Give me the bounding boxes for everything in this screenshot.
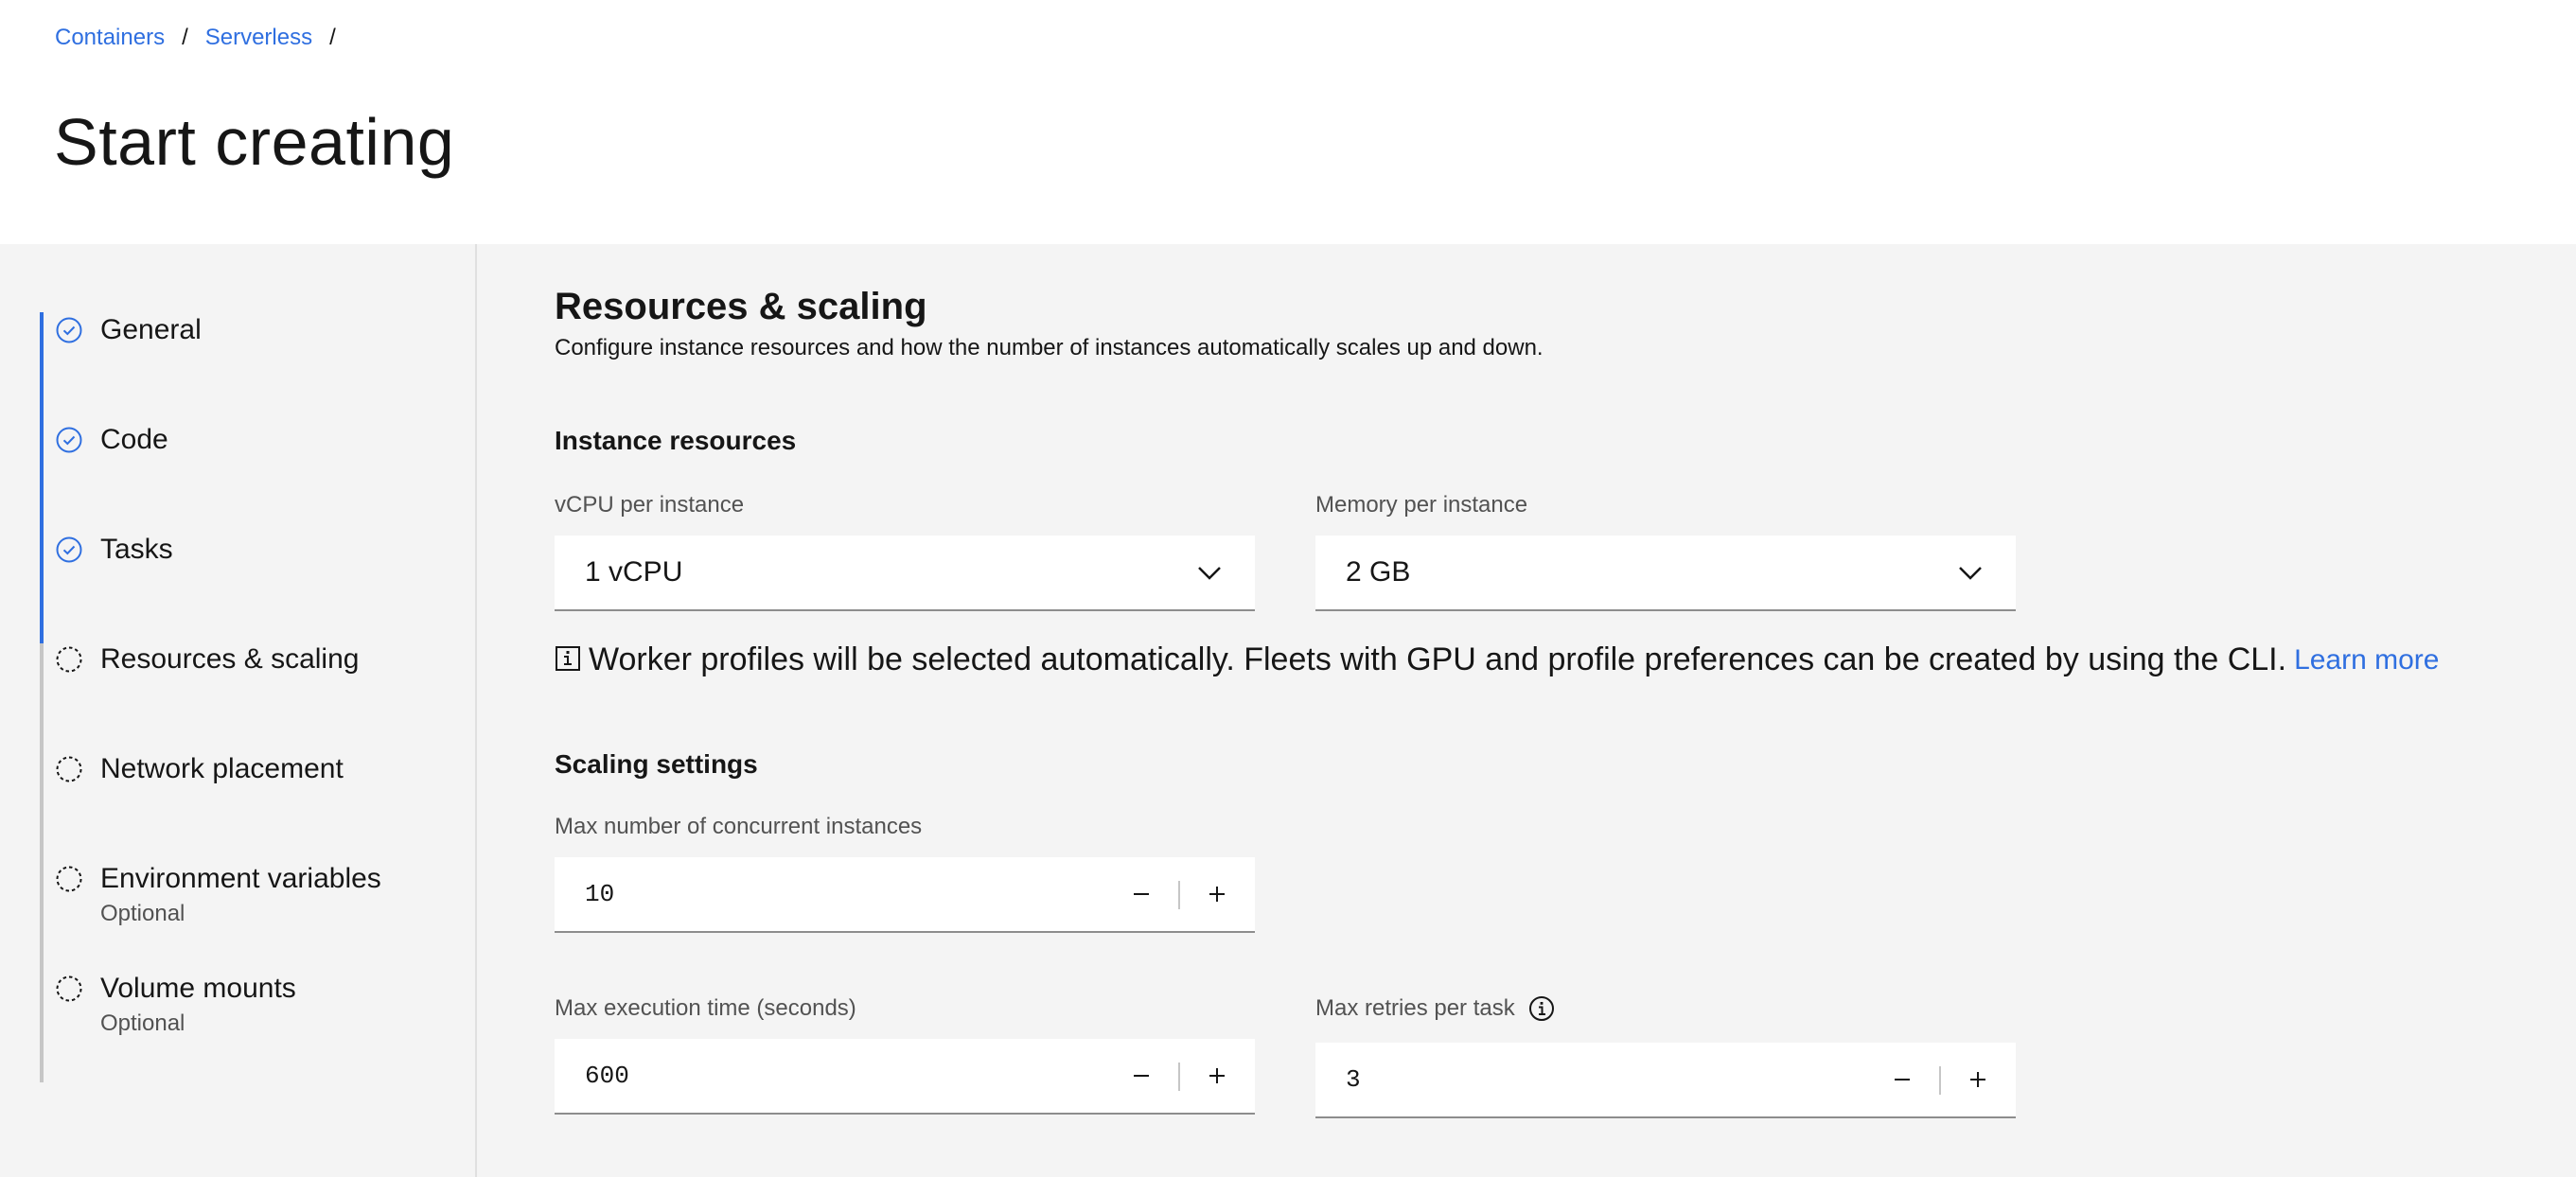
breadcrumb-serverless[interactable]: Serverless xyxy=(205,25,312,51)
main-area: General Code Tasks Resources & scaling N… xyxy=(0,244,2576,1177)
memory-select[interactable]: 2 GB xyxy=(1315,536,2016,611)
page-title: Start creating xyxy=(54,105,455,179)
decrement-button[interactable] xyxy=(1864,1043,1940,1116)
page-header: Containers / Serverless / Start creating xyxy=(0,0,2576,244)
section-description: Configure instance resources and how the… xyxy=(555,335,1544,360)
step-label: Network placement xyxy=(100,753,344,784)
max-instances-input[interactable] xyxy=(555,857,1085,931)
vcpu-select-value: 1 vCPU xyxy=(585,556,683,588)
learn-more-link[interactable]: Learn more xyxy=(2294,644,2439,676)
step-label: General xyxy=(100,314,202,345)
memory-label: Memory per instance xyxy=(1315,492,1528,518)
max-exec-time-label: Max execution time (seconds) xyxy=(555,995,856,1021)
decrement-button[interactable] xyxy=(1103,857,1179,931)
scaling-settings-title: Scaling settings xyxy=(555,749,758,779)
add-icon xyxy=(1209,887,1225,902)
max-retries-label-row: Max retries per task xyxy=(1315,995,1555,1022)
step-resources-scaling[interactable]: Resources & scaling xyxy=(55,643,359,676)
step-label: Code xyxy=(100,424,168,455)
step-optional-label: Optional xyxy=(100,1010,185,1036)
add-icon xyxy=(1970,1072,1985,1087)
increment-button[interactable] xyxy=(1179,857,1255,931)
memory-select-value: 2 GB xyxy=(1346,556,1411,588)
vcpu-label: vCPU per instance xyxy=(555,492,745,518)
circle-dash-icon xyxy=(56,866,82,892)
subtract-icon xyxy=(1134,893,1149,895)
subtract-icon xyxy=(1134,1075,1149,1077)
progress-fill xyxy=(40,312,44,643)
max-retries-input[interactable] xyxy=(1315,1043,1845,1116)
circle-dash-icon xyxy=(56,975,82,1002)
max-retries-stepper xyxy=(1315,1043,2016,1118)
step-optional-label: Optional xyxy=(100,901,185,926)
add-icon xyxy=(1209,1068,1225,1083)
instance-resources-title: Instance resources xyxy=(555,426,797,455)
worker-profile-notice: Worker profiles will be selected automat… xyxy=(555,641,2439,678)
step-label: Resources & scaling xyxy=(100,643,360,675)
chevron-down-icon xyxy=(1198,567,1221,580)
notice-text: Worker profiles will be selected automat… xyxy=(589,641,2287,677)
step-code[interactable]: Code xyxy=(55,424,168,456)
step-general[interactable]: General xyxy=(55,314,202,346)
max-retries-label: Max retries per task xyxy=(1315,995,1515,1021)
step-volume-mounts[interactable]: Volume mounts Optional xyxy=(55,973,296,1037)
checkmark-outline-icon xyxy=(56,317,82,343)
step-environment-variables[interactable]: Environment variables Optional xyxy=(55,863,381,927)
max-instances-stepper xyxy=(555,857,1255,933)
step-tasks[interactable]: Tasks xyxy=(55,534,173,566)
max-instances-label: Max number of concurrent instances xyxy=(555,814,923,839)
step-label: Environment variables xyxy=(100,863,381,894)
max-exec-time-stepper xyxy=(555,1039,1255,1115)
step-label: Tasks xyxy=(100,534,173,565)
checkmark-outline-icon xyxy=(56,536,82,563)
decrement-button[interactable] xyxy=(1103,1039,1179,1113)
subtract-icon xyxy=(1895,1079,1910,1080)
breadcrumb-separator: / xyxy=(182,25,188,50)
breadcrumb-separator: / xyxy=(329,25,336,50)
breadcrumb: Containers / Serverless / xyxy=(55,25,353,51)
section-title: Resources & scaling xyxy=(555,286,927,327)
progress-sidebar: General Code Tasks Resources & scaling N… xyxy=(0,244,477,1177)
increment-button[interactable] xyxy=(1940,1043,2016,1116)
information-square-icon xyxy=(556,646,580,671)
max-exec-time-input[interactable] xyxy=(555,1039,1085,1113)
checkmark-outline-icon xyxy=(56,427,82,453)
breadcrumb-containers[interactable]: Containers xyxy=(55,25,165,51)
circle-dash-icon xyxy=(56,646,82,673)
step-network-placement[interactable]: Network placement xyxy=(55,753,344,785)
information-icon[interactable] xyxy=(1528,995,1555,1022)
vcpu-select[interactable]: 1 vCPU xyxy=(555,536,1255,611)
circle-dash-icon xyxy=(56,756,82,782)
increment-button[interactable] xyxy=(1179,1039,1255,1113)
step-label: Volume mounts xyxy=(100,973,296,1004)
chevron-down-icon xyxy=(1959,567,1982,580)
